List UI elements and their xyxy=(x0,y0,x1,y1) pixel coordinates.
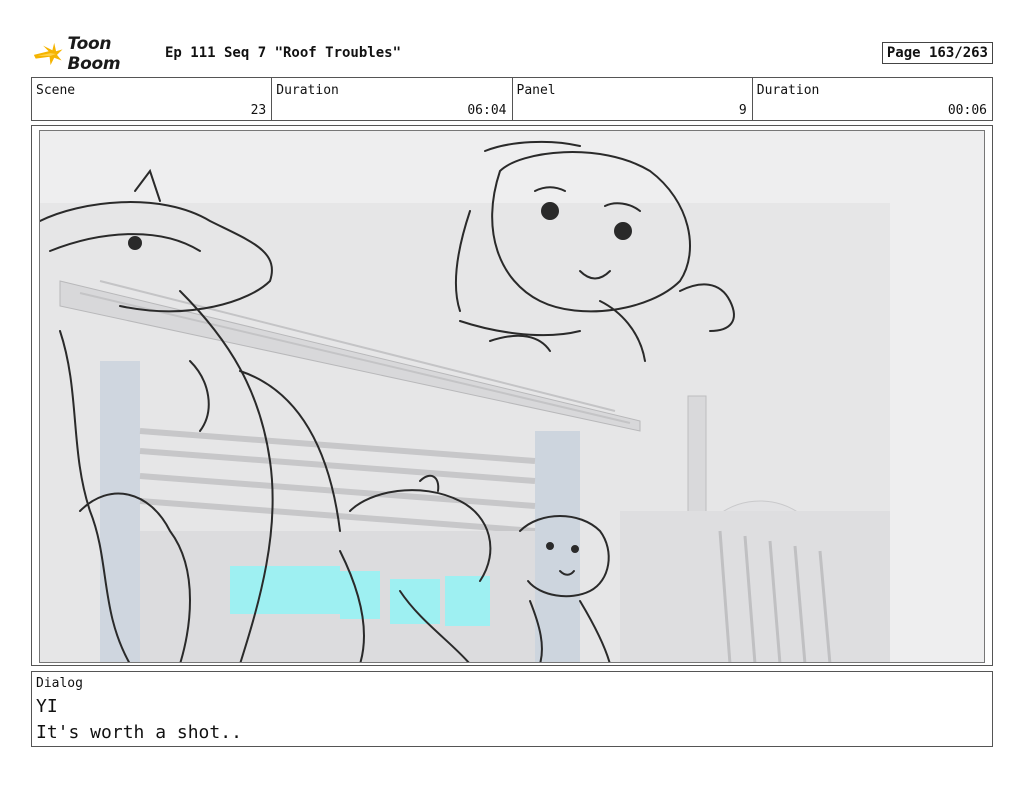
panel-duration-label: Duration xyxy=(756,83,820,98)
dialog-text: It's worth a shot.. xyxy=(36,722,242,743)
scene-value: 23 xyxy=(250,103,267,118)
page-number: Page 163/263 xyxy=(881,42,993,64)
storyboard-sketch xyxy=(40,131,984,662)
storyboard-panel xyxy=(31,125,993,666)
scene-cell: Scene 23 xyxy=(32,78,273,120)
panel-label: Panel xyxy=(516,83,556,98)
dialog-box: Dialog YI It's worth a shot.. xyxy=(31,671,993,747)
page-header: Toon Boom Ep 111 Seq 7 "Roof Troubles" P… xyxy=(32,34,993,74)
panel-cell: Panel 9 xyxy=(513,78,753,120)
scene-duration-value: 06:04 xyxy=(467,103,507,118)
toon-boom-logo: Toon Boom xyxy=(32,34,162,74)
panel-duration-value: 00:06 xyxy=(947,103,987,118)
episode-title: Ep 111 Seq 7 "Roof Troubles" xyxy=(165,45,402,61)
panel-value: 9 xyxy=(738,103,747,118)
panel-duration-cell: Duration 00:06 xyxy=(753,78,992,120)
logo-text: Toon Boom xyxy=(67,34,121,74)
dialog-speaker: YI xyxy=(36,696,58,717)
scene-info-row: Scene 23 Duration 06:04 Panel 9 Duration… xyxy=(31,77,993,121)
scene-label: Scene xyxy=(36,83,76,98)
scene-duration-cell: Duration 06:04 xyxy=(272,78,513,120)
dialog-label: Dialog xyxy=(36,676,83,691)
logo-burst-icon xyxy=(33,42,63,66)
panel-image xyxy=(39,130,985,663)
scene-duration-label: Duration xyxy=(276,83,339,98)
